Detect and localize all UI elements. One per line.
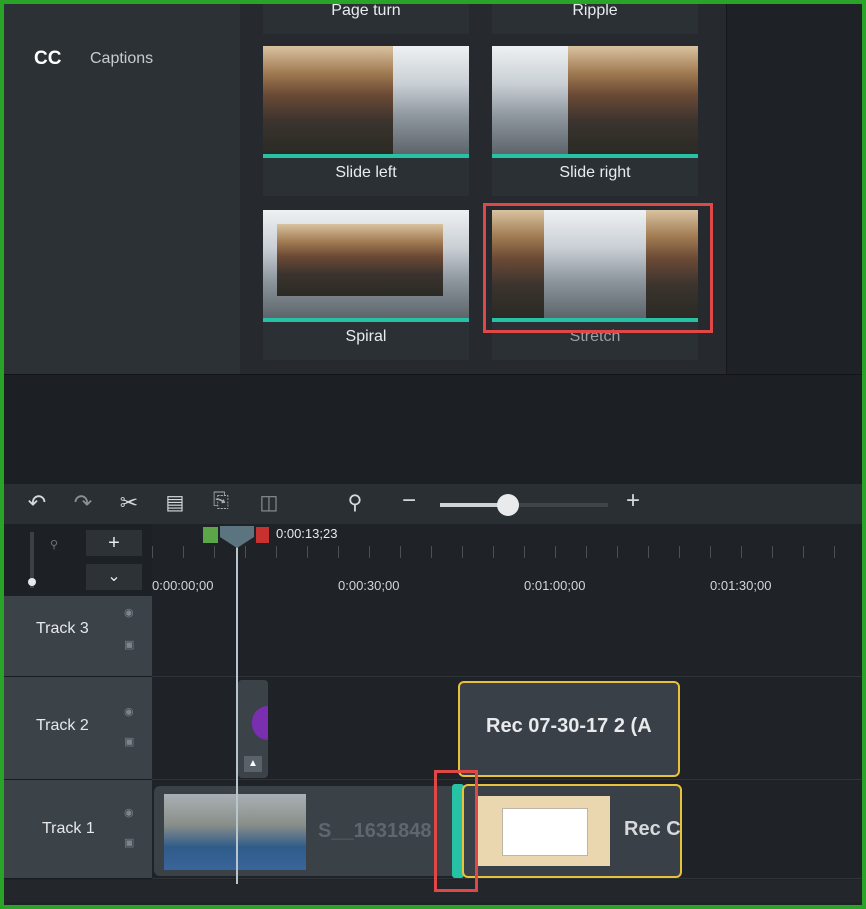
copy-icon[interactable]: ▤ (162, 490, 188, 515)
undo-icon[interactable]: ↶ (24, 490, 50, 516)
transition-thumbnail (492, 46, 698, 154)
selection-out-marker[interactable] (256, 527, 269, 543)
slide-preview (502, 808, 588, 856)
ruler-label: 0:00:00;00 (152, 578, 214, 593)
ruler-label: 0:00:30;00 (338, 578, 400, 593)
track-header-3[interactable]: Track 3 ◉ ▣ (4, 596, 152, 677)
collapse-tracks-button[interactable]: ⌄ (86, 564, 142, 590)
track-name: Track 3 (36, 620, 89, 637)
visibility-icon[interactable]: ◉ (124, 606, 134, 619)
zoom-track-icon: ⚲ (50, 539, 59, 551)
stretch-highlight-box (483, 203, 713, 333)
ruler-label: 0:01:00;00 (524, 578, 586, 593)
lock-icon[interactable]: ▣ (124, 735, 134, 748)
cut-icon[interactable]: ✂ (116, 490, 142, 516)
clip-label: Rec C (624, 818, 681, 840)
captions-icon[interactable]: CC (34, 48, 61, 70)
clip-label: Rec 07-30-17 2 (A (486, 715, 652, 737)
add-track-button[interactable]: + (86, 530, 142, 556)
zoom-search-icon: ⚲ (347, 492, 363, 514)
transition-tile-slide-left[interactable]: Slide left (263, 46, 469, 196)
clip-badge-icon (252, 706, 268, 740)
visibility-icon[interactable]: ◉ (124, 705, 134, 718)
track-name: Track 1 (42, 820, 95, 837)
track-lane-3[interactable] (152, 596, 862, 677)
zoom-out-button[interactable]: − (396, 487, 422, 515)
captions-label[interactable]: Captions (90, 50, 153, 68)
playhead-line (236, 534, 238, 884)
visibility-icon[interactable]: ◉ (124, 806, 134, 819)
clip-thumbnail (164, 794, 306, 870)
split-icon[interactable]: ◫ (256, 490, 282, 515)
track-name: Track 2 (36, 717, 89, 734)
transition-label: Slide right (559, 164, 631, 181)
selection-in-marker[interactable] (203, 527, 218, 543)
transition-tile-spiral[interactable]: Spiral (263, 210, 469, 360)
lock-icon[interactable]: ▣ (124, 836, 134, 849)
track-header-1[interactable]: Track 1 ◉ ▣ (4, 780, 152, 879)
screen-recording-clip[interactable]: Rec C (462, 784, 682, 878)
audio-recording-clip[interactable]: Rec 07-30-17 2 (A (458, 681, 680, 777)
transition-thumbnail (263, 210, 469, 318)
transition-highlight-box (434, 770, 478, 892)
paste-icon[interactable]: ⎘ (208, 490, 234, 513)
track-header-2[interactable]: Track 2 ◉ ▣ (4, 677, 152, 780)
track-area: Track 3 ◉ ▣ Track 2 ◉ ▣ ▲ Rec 07-30-17 2… (4, 596, 862, 902)
transition-label: Spiral (345, 328, 387, 345)
zoom-in-button[interactable]: + (620, 487, 646, 515)
transition-tile-slide-right[interactable]: Slide right (492, 46, 698, 196)
redo-icon[interactable]: ↷ (70, 490, 96, 516)
canvas-gap (4, 374, 862, 485)
timeline-toolbar: ↶ ↷ ✂ ▤ ⎘ ◫ ⚲ − + (4, 484, 862, 524)
video-clip[interactable]: S__1631848 (154, 786, 460, 876)
small-clip[interactable]: ▲ (238, 680, 268, 778)
gallery-side-panel (726, 4, 863, 374)
transition-label: Ripple (572, 2, 618, 19)
playhead-time: 0:00:13;23 (276, 526, 338, 541)
zoom-slider-handle[interactable] (497, 494, 519, 516)
expand-up-icon[interactable]: ▲ (244, 756, 262, 772)
ruler-label: 0:01:30;00 (710, 578, 772, 593)
lock-icon[interactable]: ▣ (124, 638, 134, 651)
tools-sidebar: CC Captions (4, 4, 240, 374)
transition-tile-page-turn[interactable]: Page turn (263, 0, 469, 34)
track-height-handle[interactable] (28, 578, 36, 586)
transition-thumbnail (263, 46, 469, 154)
transition-label: Page turn (331, 2, 401, 19)
transition-tile-ripple[interactable]: Ripple (492, 0, 698, 34)
transition-label: Slide left (335, 164, 397, 181)
zoom-slider[interactable] (440, 503, 608, 507)
timeline-scroll-area[interactable] (4, 880, 862, 902)
timeline-controls: ⚲ + ⌄ (4, 524, 152, 596)
clip-thumbnail (478, 796, 610, 866)
